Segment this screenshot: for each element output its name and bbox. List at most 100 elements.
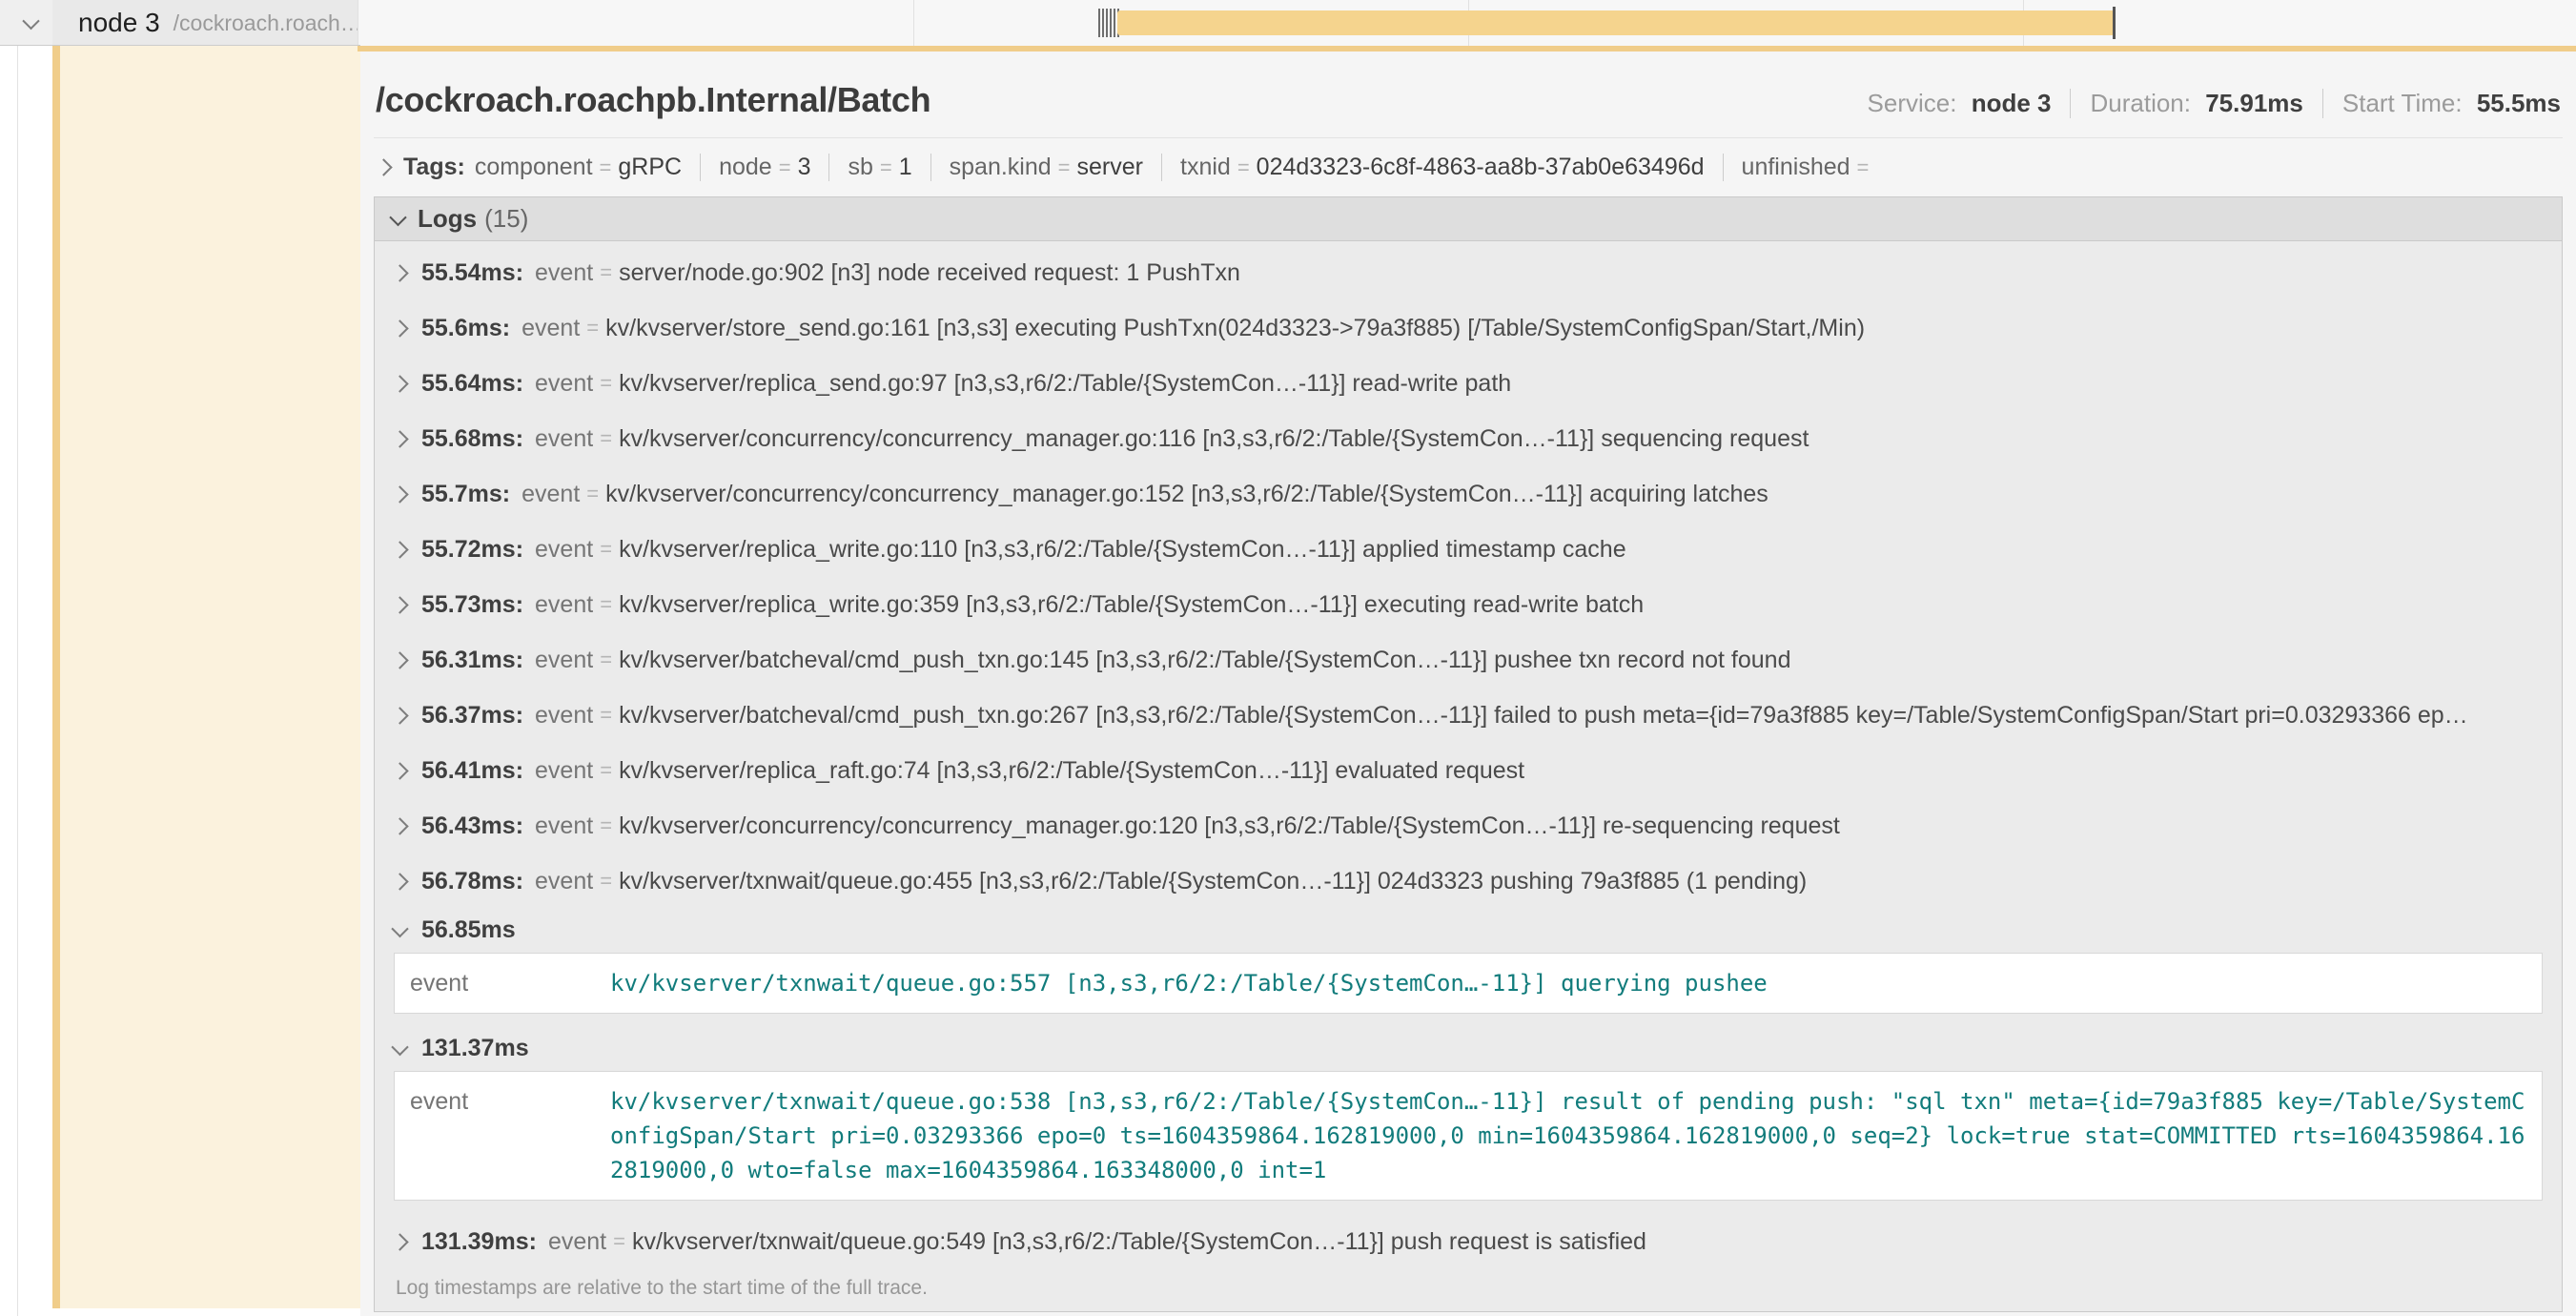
stat-value: node 3: [1972, 89, 2052, 117]
tag-item: txnid = 024d3323-6c8f-4863-aa8b-37ab0e63…: [1161, 154, 1705, 181]
log-entry-row[interactable]: 55.64ms: event = kv/kvserver/replica_sen…: [394, 356, 2543, 411]
equals-sign: =: [1857, 155, 1870, 180]
log-entry-row[interactable]: 55.7ms: event = kv/kvserver/concurrency/…: [394, 466, 2543, 522]
log-entry-row[interactable]: 131.37ms: [394, 1027, 2543, 1069]
tags-accordion-header[interactable]: Tags: component = gRPC node = 3 sb = 1 s…: [374, 138, 2563, 193]
stat-label: Start Time:: [2342, 89, 2463, 117]
span-timeline: 75.91ms: [358, 0, 2576, 46]
log-field-key: event: [535, 812, 593, 840]
log-entry-row[interactable]: 55.72ms: event = kv/kvserver/replica_wri…: [394, 522, 2543, 577]
chevron-right-icon: [391, 651, 408, 668]
tag-item: node = 3: [700, 154, 810, 181]
log-timestamp: 55.6ms:: [421, 315, 510, 342]
tag-key: component: [475, 154, 593, 181]
log-key-values-table: event kv/kvserver/txnwait/queue.go:538 […: [394, 1071, 2543, 1201]
log-field-value: kv/kvserver/batcheval/cmd_push_txn.go:14…: [619, 647, 2543, 674]
chevron-right-icon: [391, 541, 408, 558]
chevron-down-icon: [389, 209, 406, 226]
overview-stat: Start Time: 55.5ms: [2322, 89, 2561, 118]
log-entry-row[interactable]: 56.43ms: event = kv/kvserver/concurrency…: [394, 798, 2543, 853]
span-bar-row: node 3 /cockroach.roach… 75.91ms: [0, 0, 2576, 46]
chevron-down-icon: [391, 919, 408, 936]
span-operation-name: /cockroach.roach…: [174, 10, 358, 36]
equals-sign: =: [600, 758, 612, 783]
logs-accordion: Logs (15) 55.54ms: event = server/node.g…: [374, 196, 2563, 1312]
log-field-value: kv/kvserver/concurrency/concurrency_mana…: [619, 425, 2543, 453]
log-field-key: event: [410, 1084, 610, 1116]
chevron-right-icon: [391, 264, 408, 281]
log-entry-row[interactable]: 56.85ms: [394, 909, 2543, 951]
log-entry-row[interactable]: 55.6ms: event = kv/kvserver/store_send.g…: [394, 300, 2543, 356]
selected-span-highlight: [60, 46, 360, 1308]
log-field-key: event: [535, 425, 593, 453]
span-log-tick-marks: [1098, 9, 1119, 37]
log-field-key: event: [535, 702, 593, 730]
log-field-value: kv/kvserver/concurrency/concurrency_mana…: [605, 481, 2543, 508]
logs-title: Logs: [418, 204, 477, 234]
log-entry-row[interactable]: 56.41ms: event = kv/kvserver/replica_raf…: [394, 743, 2543, 798]
tag-item: span.kind = server: [930, 154, 1143, 181]
log-field-value[interactable]: kv/kvserver/txnwait/queue.go:557 [n3,s3,…: [610, 966, 2526, 1000]
log-timestamp: 56.37ms:: [421, 702, 523, 730]
span-detail-header: /cockroach.roachpb.Internal/Batch Servic…: [374, 67, 2563, 138]
log-field-value: kv/kvserver/replica_raft.go:74 [n3,s3,r6…: [619, 757, 2543, 785]
log-timestamp: 56.41ms:: [421, 757, 523, 785]
log-timestamp: 131.39ms:: [421, 1228, 537, 1256]
tag-value: 1: [899, 154, 912, 181]
log-field-value[interactable]: kv/kvserver/txnwait/queue.go:538 [n3,s3,…: [610, 1084, 2526, 1187]
logs-accordion-header[interactable]: Logs (15): [375, 197, 2562, 241]
logs-footer-note: Log timestamps are relative to the start…: [375, 1269, 2562, 1311]
span-end-marker: [2113, 7, 2116, 39]
equals-sign: =: [600, 155, 612, 180]
logs-count: (15): [484, 204, 528, 234]
log-entry-row[interactable]: 131.39ms: event = kv/kvserver/txnwait/qu…: [394, 1214, 2543, 1269]
log-timestamp: 56.85ms: [421, 916, 516, 944]
tag-key: node: [719, 154, 772, 181]
tag-item: unfinished =: [1723, 154, 1876, 181]
log-entry-row[interactable]: 55.73ms: event = kv/kvserver/replica_wri…: [394, 577, 2543, 632]
log-timestamp: 131.37ms: [421, 1035, 529, 1062]
log-field-key: event: [535, 536, 593, 564]
log-timestamp: 55.72ms:: [421, 536, 523, 564]
tag-value: gRPC: [618, 154, 682, 181]
log-entry-row[interactable]: 56.37ms: event = kv/kvserver/batcheval/c…: [394, 688, 2543, 743]
log-timestamp: 55.73ms:: [421, 591, 523, 619]
log-field-key: event: [535, 259, 593, 287]
chevron-right-icon: [391, 430, 408, 447]
trace-timeline-view: node 3 /cockroach.roach… 75.91ms /cockro…: [0, 0, 2576, 1316]
equals-sign: =: [600, 371, 612, 396]
span-name-cell[interactable]: node 3 /cockroach.roach…: [52, 0, 358, 46]
tag-key: unfinished: [1742, 154, 1850, 181]
equals-sign: =: [613, 1229, 625, 1254]
log-entry-expanded: 56.85ms event kv/kvserver/txnwait/queue.…: [394, 909, 2543, 1014]
log-field-value: kv/kvserver/replica_write.go:110 [n3,s3,…: [619, 536, 2543, 564]
equals-sign: =: [1237, 155, 1250, 180]
chevron-down-icon: [391, 1038, 408, 1055]
stat-label: Duration:: [2090, 89, 2191, 117]
tag-value: 024d3323-6c8f-4863-aa8b-37ab0e63496d: [1257, 154, 1705, 181]
log-field-value: kv/kvserver/txnwait/queue.go:549 [n3,s3,…: [632, 1228, 2543, 1256]
log-entry-row[interactable]: 55.54ms: event = server/node.go:902 [n3]…: [394, 245, 2543, 300]
equals-sign: =: [779, 155, 791, 180]
log-entry-row[interactable]: 55.68ms: event = kv/kvserver/concurrency…: [394, 411, 2543, 466]
log-timestamp: 56.31ms:: [421, 647, 523, 674]
span-bar[interactable]: [1117, 10, 2115, 35]
span-detail-title: /cockroach.roachpb.Internal/Batch: [376, 80, 930, 120]
log-timestamp: 56.78ms:: [421, 868, 523, 895]
equals-sign: =: [600, 813, 612, 838]
stat-value: 75.91ms: [2205, 89, 2303, 117]
log-entry-row[interactable]: 56.31ms: event = kv/kvserver/batcheval/c…: [394, 632, 2543, 688]
row-divider: [0, 45, 360, 46]
equals-sign: =: [1058, 155, 1071, 180]
tags-label: Tags:: [403, 154, 465, 181]
log-entry-expanded: 131.37ms event kv/kvserver/txnwait/queue…: [394, 1027, 2543, 1201]
log-timestamp: 55.54ms:: [421, 259, 523, 287]
tag-value: server: [1077, 154, 1143, 181]
log-entry-row[interactable]: 56.78ms: event = kv/kvserver/txnwait/que…: [394, 853, 2543, 909]
equals-sign: =: [600, 648, 612, 672]
equals-sign: =: [600, 260, 612, 285]
tags-list: component = gRPC node = 3 sb = 1 span.ki…: [475, 154, 1876, 181]
log-timestamp: 55.64ms:: [421, 370, 523, 398]
chevron-right-icon: [391, 596, 408, 613]
log-timestamp: 56.43ms:: [421, 812, 523, 840]
